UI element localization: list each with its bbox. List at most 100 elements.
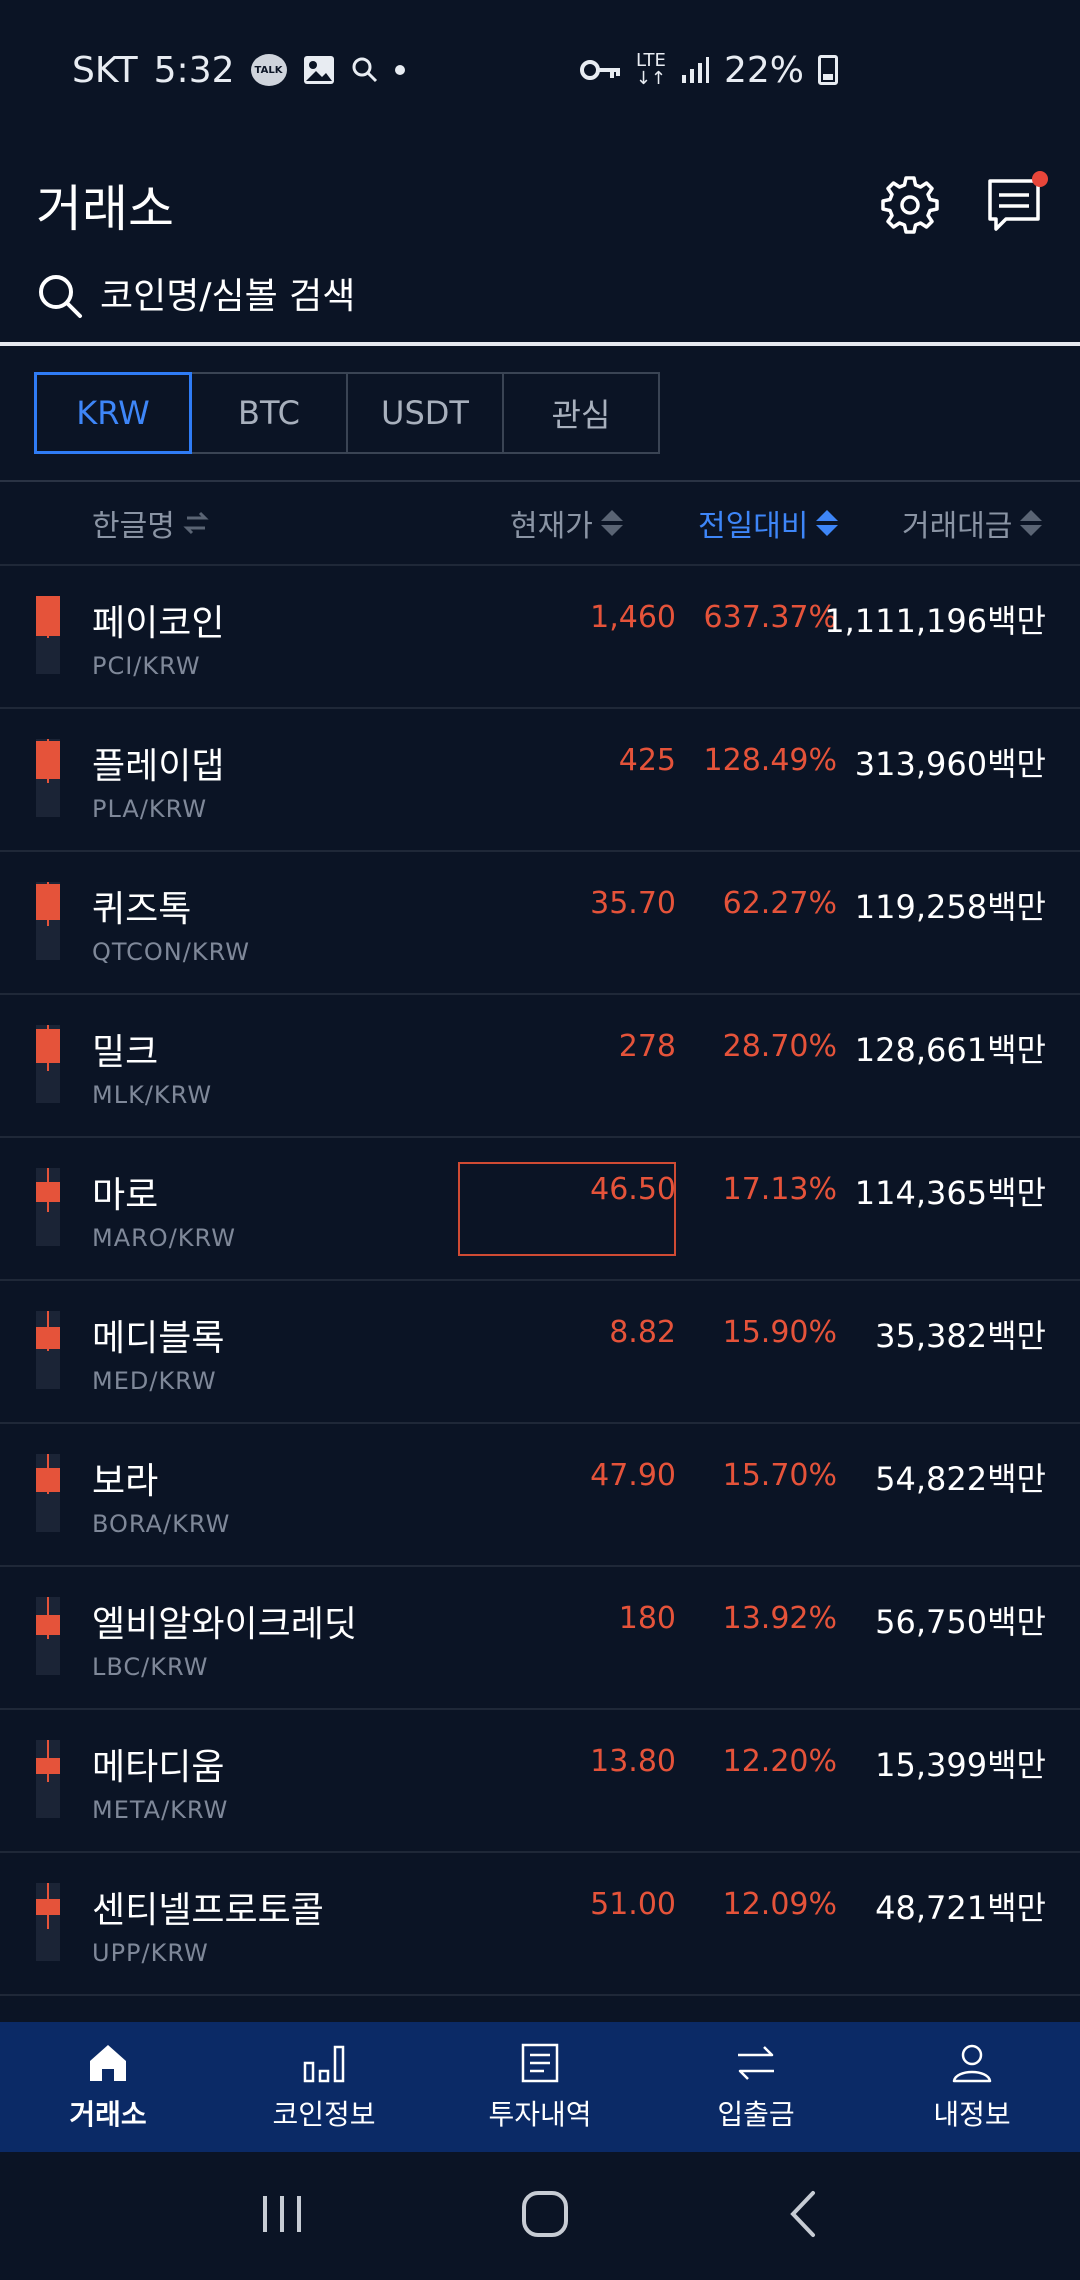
candle-icon [36,1883,60,1961]
coin-price: 1,460 [590,600,676,635]
coin-name: 엘비알와이크레딧 [92,1604,357,1645]
coin-change: 13.92% [722,1601,837,1636]
tab-favorites[interactable]: 관심 [502,372,660,454]
system-nav-bar [0,2152,1080,2280]
nav-investments[interactable]: 투자내역 [432,2022,648,2152]
back-button[interactable] [783,2189,823,2243]
coin-price: 8.82 [609,1315,676,1350]
coin-row[interactable]: 보라 BORA/KRW 47.90 15.70% 54,822백만 [0,1424,1080,1567]
tab-usdt[interactable]: USDT [346,372,504,454]
sort-by-volume-button[interactable]: 거래대금 [902,482,1043,564]
swap-icon [183,511,209,535]
coin-volume: 114,365백만 [854,1174,1046,1212]
candle-icon [36,1311,60,1389]
nav-label: 입출금 [717,2098,795,2131]
candle-icon [36,882,60,960]
coin-change: 17.13% [722,1172,837,1207]
coin-change: 12.09% [722,1887,837,1922]
nav-deposit-withdraw[interactable]: 입출금 [648,2022,864,2152]
nav-label: 코인정보 [272,2098,376,2131]
document-icon [521,2043,559,2083]
tab-btc[interactable]: BTC [190,372,348,454]
coin-name: 메디블록 [92,1318,225,1359]
coin-symbol: UPP/KRW [92,1939,209,1967]
coin-row[interactable]: 센티넬프로토콜 UPP/KRW 51.00 12.09% 48,721백만 [0,1853,1080,1996]
candle-icon [36,596,60,674]
sort-by-change-button[interactable]: 전일대비 [698,482,839,564]
coin-volume: 128,661백만 [854,1031,1046,1069]
coin-change: 62.27% [722,886,837,921]
home-button[interactable] [520,2189,570,2243]
talk-label: TALK [254,64,283,76]
page-title: 거래소 [36,180,174,238]
search-bar [0,250,1080,346]
coin-volume: 54,822백만 [875,1460,1046,1498]
coin-name: 메타디움 [92,1747,225,1788]
search-icon [39,275,82,318]
coin-row[interactable]: 페이코인 PCI/KRW 1,460 637.37% 1,111,196백만 [0,566,1080,709]
nav-exchange[interactable]: 거래소 [0,2022,216,2152]
battery-icon [818,55,838,85]
coin-change: 15.70% [722,1458,837,1493]
gallery-icon [303,55,335,85]
coin-symbol: PLA/KRW [92,795,208,823]
notification-dot-icon [394,65,405,75]
settings-button[interactable] [880,175,940,235]
chat-button[interactable] [984,171,1048,235]
coin-price: 278 [618,1029,676,1064]
coin-volume: 313,960백만 [854,745,1046,783]
search-status-icon [351,56,379,84]
nav-my-info[interactable]: 내정보 [864,2022,1080,2152]
coin-list: 페이코인 PCI/KRW 1,460 637.37% 1,111,196백만 플… [0,566,1080,1996]
coin-row[interactable]: 메디블록 MED/KRW 8.82 15.90% 35,382백만 [0,1281,1080,1424]
tab-krw[interactable]: KRW [34,372,192,454]
nav-label: 투자내역 [488,2098,592,2131]
status-bar: SKT 5:32 TALK LTE ↓↑ 22% [0,0,1080,140]
lte-indicator-icon: LTE ↓↑ [636,52,666,88]
sort-desc-icon [816,508,839,538]
gear-icon [881,176,939,234]
coin-symbol: BORA/KRW [92,1510,231,1538]
coin-row[interactable]: 마로 MARO/KRW 46.50 17.13% 114,365백만 [0,1138,1080,1281]
lte-arrows: ↓↑ [635,68,666,89]
candle-icon [36,1168,60,1246]
bar-chart-icon [303,2045,345,2083]
coin-price: 51.00 [590,1887,676,1922]
coin-name: 마로 [92,1175,159,1216]
candle-icon [36,1597,60,1675]
coin-row[interactable]: 플레이댑 PLA/KRW 425 128.49% 313,960백만 [0,709,1080,852]
nav-label: 내정보 [933,2098,1011,2131]
candle-icon [36,1740,60,1818]
coin-price: 180 [618,1601,676,1636]
coin-change: 637.37% [703,600,837,635]
coin-price: 13.80 [590,1744,676,1779]
coin-name: 퀴즈톡 [92,889,192,930]
kakaotalk-icon: TALK [250,54,287,86]
coin-row[interactable]: 엘비알와이크레딧 LBC/KRW 180 13.92% 56,750백만 [0,1567,1080,1710]
candle-icon [36,1025,60,1103]
sort-by-price-button[interactable]: 현재가 [510,482,623,564]
home-icon [90,2045,126,2081]
coin-row[interactable]: 메타디움 META/KRW 13.80 12.20% 15,399백만 [0,1710,1080,1853]
signal-strength-icon [680,55,710,85]
coin-name: 밀크 [92,1032,159,1073]
coin-volume: 119,258백만 [854,888,1046,926]
coin-volume: 15,399백만 [875,1746,1046,1784]
coin-row[interactable]: 퀴즈톡 QTCON/KRW 35.70 62.27% 119,258백만 [0,852,1080,995]
coin-change: 15.90% [722,1315,837,1350]
coin-row[interactable]: 밀크 MLK/KRW 278 28.70% 128,661백만 [0,995,1080,1138]
coin-symbol: PCI/KRW [92,652,201,680]
coin-change: 12.20% [722,1744,837,1779]
search-input[interactable] [100,275,1044,317]
coin-symbol: MLK/KRW [92,1081,213,1109]
coin-symbol: QTCON/KRW [92,938,251,966]
coin-change: 128.49% [703,743,837,778]
recent-apps-button[interactable] [257,2192,307,2240]
unread-badge [1032,171,1048,187]
coin-symbol: MARO/KRW [92,1224,236,1252]
coin-volume: 1,111,196백만 [824,602,1046,640]
nav-coin-info[interactable]: 코인정보 [216,2022,432,2152]
coin-volume: 35,382백만 [875,1317,1046,1355]
sort-by-name-button[interactable]: 한글명 [92,482,209,564]
candle-icon [36,739,60,817]
